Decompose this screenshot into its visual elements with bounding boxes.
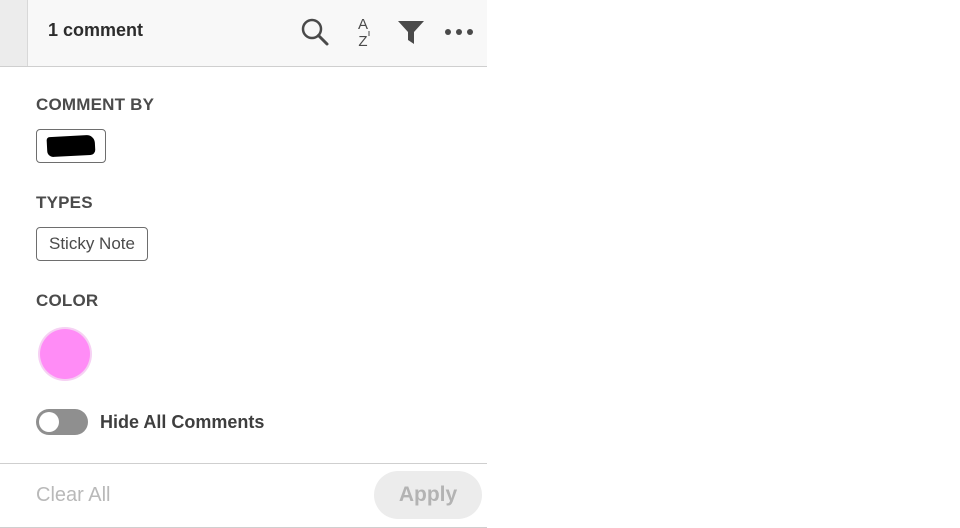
apply-button[interactable]: Apply (374, 471, 482, 519)
header-toolbar: A Z (297, 14, 477, 50)
panel-gutter (0, 0, 28, 66)
color-swatch-pink[interactable] (40, 329, 90, 379)
svg-text:A: A (358, 16, 368, 33)
comment-by-label: COMMENT BY (36, 95, 155, 114)
svg-text:Z: Z (358, 33, 367, 49)
hide-all-comments-row: Hide All Comments (36, 409, 264, 435)
search-icon[interactable] (297, 14, 333, 50)
hide-all-comments-toggle[interactable] (36, 409, 88, 435)
hide-all-comments-label: Hide All Comments (100, 411, 265, 432)
redacted-author-name (46, 134, 96, 158)
comment-by-chip[interactable] (36, 129, 106, 163)
toggle-knob (39, 412, 59, 432)
sort-az-icon[interactable]: A Z (345, 14, 381, 50)
color-label: COLOR (36, 291, 99, 310)
filter-footer: Clear All Apply (0, 463, 487, 528)
filter-icon[interactable] (393, 14, 429, 50)
more-icon[interactable] (441, 14, 477, 50)
comment-count-title: 1 comment (48, 20, 144, 40)
types-label: TYPES (36, 193, 93, 212)
sticky-note-type-chip[interactable]: Sticky Note (36, 227, 148, 261)
comments-filter-panel: 1 comment A Z COMMENT BY TYPES Sticky No… (0, 0, 487, 528)
comments-header: 1 comment A Z (0, 0, 487, 67)
clear-all-button[interactable]: Clear All (36, 484, 110, 507)
